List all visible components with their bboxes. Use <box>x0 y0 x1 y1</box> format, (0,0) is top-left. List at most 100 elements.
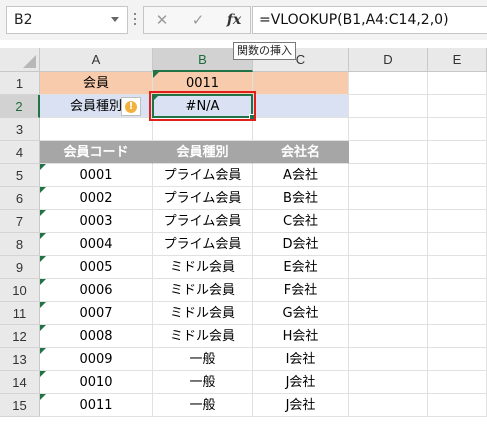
enter-icon[interactable]: ✓ <box>185 9 211 31</box>
cell-b6[interactable]: プライム会員 <box>153 187 253 210</box>
formula-input[interactable]: =VLOOKUP(B1,A4:C14,2,0) <box>252 6 487 34</box>
row-header-14[interactable]: 14 <box>0 371 40 394</box>
row-header-5[interactable]: 5 <box>0 164 40 187</box>
cell-a14[interactable]: 0010 <box>40 371 153 394</box>
cell-e2[interactable] <box>428 95 487 118</box>
cell-d15[interactable] <box>349 394 428 417</box>
cell-c10[interactable]: F会社 <box>253 279 349 302</box>
cell-e3[interactable] <box>428 118 487 141</box>
cell-b13[interactable]: 一般 <box>153 348 253 371</box>
cell-c12[interactable]: H会社 <box>253 325 349 348</box>
select-all-button[interactable] <box>0 48 40 72</box>
cell-e4[interactable] <box>428 141 487 164</box>
cell-a8[interactable]: 0004 <box>40 233 153 256</box>
row-header-9[interactable]: 9 <box>0 256 40 279</box>
row-header-3[interactable]: 3 <box>0 118 40 141</box>
cell-a13[interactable]: 0009 <box>40 348 153 371</box>
cell-d14[interactable] <box>349 371 428 394</box>
cell-c3[interactable] <box>253 118 349 141</box>
cell-c9[interactable]: E会社 <box>253 256 349 279</box>
cell-b8[interactable]: プライム会員 <box>153 233 253 256</box>
cell-c1[interactable] <box>253 72 349 95</box>
cell-e8[interactable] <box>428 233 487 256</box>
cell-b2[interactable]: #N/A <box>153 95 253 118</box>
cell-b11[interactable]: ミドル会員 <box>153 302 253 325</box>
cell-b3[interactable] <box>153 118 253 141</box>
cell-d6[interactable] <box>349 187 428 210</box>
cell-e11[interactable] <box>428 302 487 325</box>
cell-a4[interactable]: 会員コード <box>40 141 153 164</box>
cell-d3[interactable] <box>349 118 428 141</box>
row-header-15[interactable]: 15 <box>0 394 40 417</box>
warning-icon[interactable]: ! <box>121 97 141 116</box>
cell-e15[interactable] <box>428 394 487 417</box>
cell-c6[interactable]: B会社 <box>253 187 349 210</box>
cell-c2[interactable] <box>253 95 349 118</box>
cell-b7[interactable]: プライム会員 <box>153 210 253 233</box>
cancel-icon[interactable]: ✕ <box>149 9 175 31</box>
cell-d4[interactable] <box>349 141 428 164</box>
drag-handle-icon[interactable] <box>134 13 137 27</box>
cell-d9[interactable] <box>349 256 428 279</box>
cell-b15[interactable]: 一般 <box>153 394 253 417</box>
insert-function-icon[interactable]: fx <box>221 9 247 31</box>
cell-c7[interactable]: C会社 <box>253 210 349 233</box>
cell-d2[interactable] <box>349 95 428 118</box>
row-header-6[interactable]: 6 <box>0 187 40 210</box>
cell-d10[interactable] <box>349 279 428 302</box>
cell-e12[interactable] <box>428 325 487 348</box>
cell-a10[interactable]: 0006 <box>40 279 153 302</box>
row-header-2[interactable]: 2 <box>0 95 40 118</box>
name-box[interactable]: B2 <box>6 6 128 34</box>
cell-e9[interactable] <box>428 256 487 279</box>
cell-b10[interactable]: ミドル会員 <box>153 279 253 302</box>
row-header-11[interactable]: 11 <box>0 302 40 325</box>
cell-b4[interactable]: 会員種別 <box>153 141 253 164</box>
cell-c5[interactable]: A会社 <box>253 164 349 187</box>
cell-b14[interactable]: 一般 <box>153 371 253 394</box>
column-header-a[interactable]: A <box>40 48 153 72</box>
cell-a9[interactable]: 0005 <box>40 256 153 279</box>
cell-e13[interactable] <box>428 348 487 371</box>
row-header-10[interactable]: 10 <box>0 279 40 302</box>
cell-a11[interactable]: 0007 <box>40 302 153 325</box>
cell-c8[interactable]: D会社 <box>253 233 349 256</box>
row-header-8[interactable]: 8 <box>0 233 40 256</box>
cell-d5[interactable] <box>349 164 428 187</box>
cell-c14[interactable]: J会社 <box>253 371 349 394</box>
column-header-e[interactable]: E <box>428 48 487 72</box>
cell-e1[interactable] <box>428 72 487 95</box>
row-header-1[interactable]: 1 <box>0 72 40 95</box>
cell-d7[interactable] <box>349 210 428 233</box>
cell-a12[interactable]: 0008 <box>40 325 153 348</box>
cell-e10[interactable] <box>428 279 487 302</box>
row-header-12[interactable]: 12 <box>0 325 40 348</box>
cell-a6[interactable]: 0002 <box>40 187 153 210</box>
cell-d13[interactable] <box>349 348 428 371</box>
cell-e5[interactable] <box>428 164 487 187</box>
cell-a3[interactable] <box>40 118 153 141</box>
cell-e7[interactable] <box>428 210 487 233</box>
cell-c13[interactable]: I会社 <box>253 348 349 371</box>
column-header-d[interactable]: D <box>349 48 428 72</box>
row-header-7[interactable]: 7 <box>0 210 40 233</box>
cell-e6[interactable] <box>428 187 487 210</box>
row-header-13[interactable]: 13 <box>0 348 40 371</box>
cell-a5[interactable]: 0001 <box>40 164 153 187</box>
cell-a1[interactable]: 会員 <box>40 72 153 95</box>
cell-e14[interactable] <box>428 371 487 394</box>
cell-b12[interactable]: ミドル会員 <box>153 325 253 348</box>
cell-b5[interactable]: プライム会員 <box>153 164 253 187</box>
cell-d8[interactable] <box>349 233 428 256</box>
cell-b9[interactable]: ミドル会員 <box>153 256 253 279</box>
cell-d11[interactable] <box>349 302 428 325</box>
cell-b1[interactable]: 0011 <box>153 72 253 95</box>
cell-d1[interactable] <box>349 72 428 95</box>
chevron-down-icon[interactable] <box>111 17 119 22</box>
cell-d12[interactable] <box>349 325 428 348</box>
row-header-4[interactable]: 4 <box>0 141 40 164</box>
cell-c15[interactable]: J会社 <box>253 394 349 417</box>
cell-a15[interactable]: 0011 <box>40 394 153 417</box>
cell-a7[interactable]: 0003 <box>40 210 153 233</box>
cell-c11[interactable]: G会社 <box>253 302 349 325</box>
